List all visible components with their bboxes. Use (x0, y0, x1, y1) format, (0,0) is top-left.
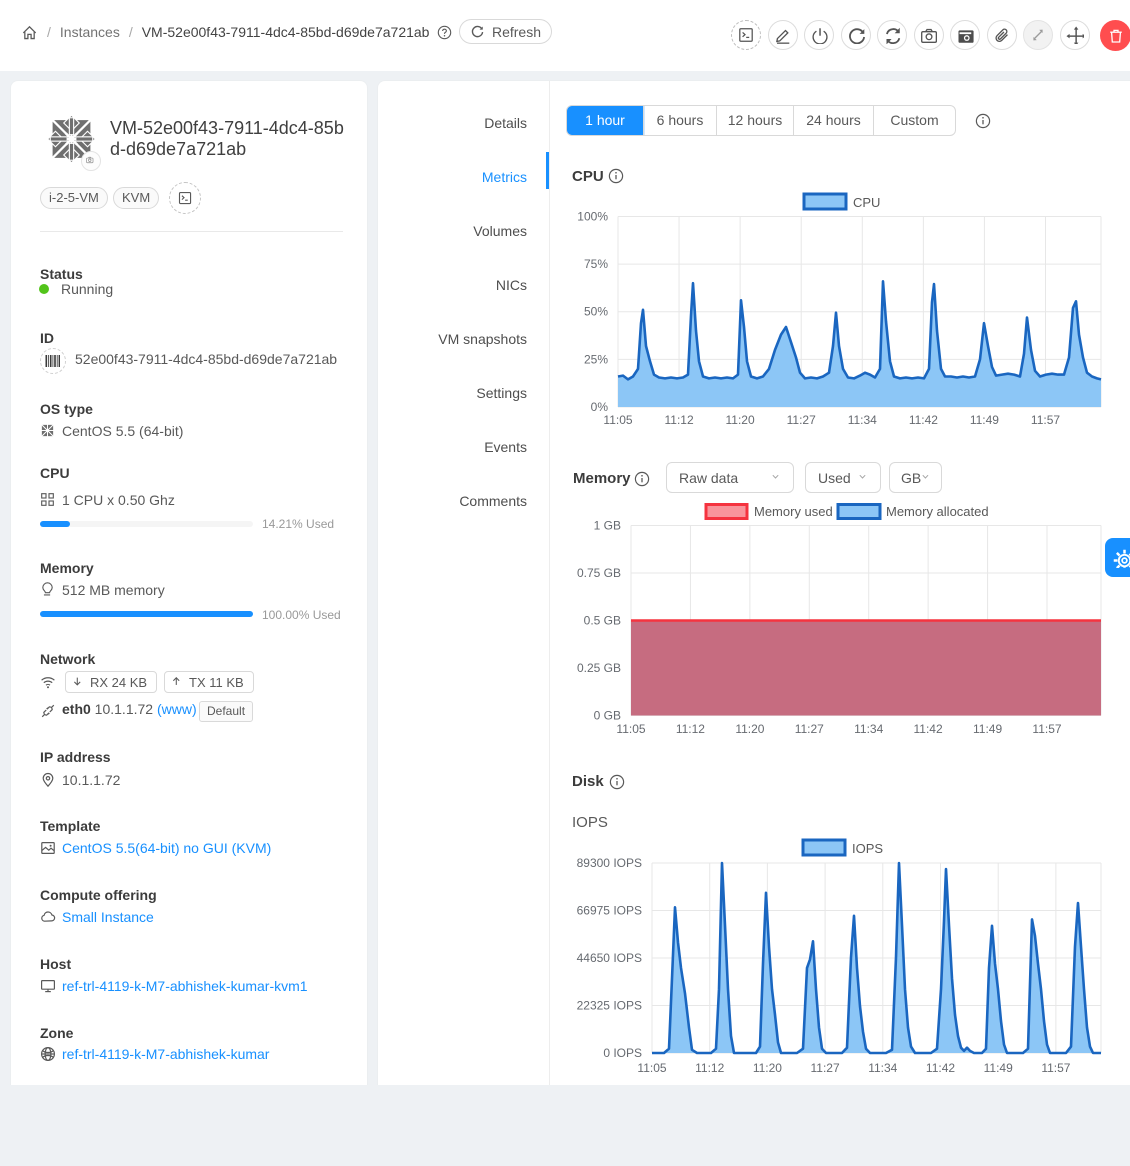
svg-text:11:57: 11:57 (1031, 413, 1060, 427)
svg-text:IOPS: IOPS (852, 841, 883, 856)
svg-text:25%: 25% (584, 352, 608, 366)
svg-text:11:27: 11:27 (811, 1061, 840, 1075)
svg-text:11:49: 11:49 (970, 413, 999, 427)
svg-text:11:05: 11:05 (616, 722, 645, 736)
svg-text:Memory used: Memory used (754, 504, 833, 519)
svg-text:11:34: 11:34 (848, 413, 877, 427)
svg-text:75%: 75% (584, 257, 608, 271)
svg-text:11:42: 11:42 (914, 722, 943, 736)
svg-text:Memory allocated: Memory allocated (886, 504, 989, 519)
svg-text:50%: 50% (584, 305, 608, 319)
svg-text:11:05: 11:05 (603, 413, 632, 427)
svg-text:11:12: 11:12 (676, 722, 705, 736)
svg-text:11:49: 11:49 (973, 722, 1002, 736)
svg-text:11:20: 11:20 (753, 1061, 782, 1075)
svg-text:1 GB: 1 GB (594, 519, 621, 533)
svg-text:11:12: 11:12 (665, 413, 694, 427)
svg-text:11:34: 11:34 (854, 722, 883, 736)
svg-text:0%: 0% (591, 400, 609, 414)
svg-text:0 IOPS: 0 IOPS (603, 1046, 642, 1060)
svg-text:100%: 100% (577, 210, 608, 224)
svg-text:11:42: 11:42 (926, 1061, 955, 1075)
svg-text:66975 IOPS: 66975 IOPS (577, 904, 642, 918)
svg-text:44650 IOPS: 44650 IOPS (577, 951, 642, 965)
svg-text:11:27: 11:27 (787, 413, 816, 427)
svg-text:0 GB: 0 GB (594, 709, 621, 723)
svg-text:0.25 GB: 0.25 GB (577, 661, 621, 675)
svg-text:11:42: 11:42 (909, 413, 938, 427)
svg-text:11:20: 11:20 (726, 413, 755, 427)
svg-text:11:34: 11:34 (868, 1061, 897, 1075)
svg-text:11:05: 11:05 (637, 1061, 666, 1075)
svg-text:11:57: 11:57 (1041, 1061, 1070, 1075)
svg-text:11:49: 11:49 (984, 1061, 1013, 1075)
svg-text:0.5 GB: 0.5 GB (584, 614, 621, 628)
svg-text:11:20: 11:20 (735, 722, 764, 736)
svg-text:11:12: 11:12 (695, 1061, 724, 1075)
svg-text:89300 IOPS: 89300 IOPS (577, 856, 642, 870)
svg-text:CPU: CPU (853, 195, 880, 210)
svg-text:22325 IOPS: 22325 IOPS (577, 999, 642, 1013)
svg-text:11:27: 11:27 (795, 722, 824, 736)
svg-text:11:57: 11:57 (1032, 722, 1061, 736)
svg-text:0.75 GB: 0.75 GB (577, 566, 621, 580)
